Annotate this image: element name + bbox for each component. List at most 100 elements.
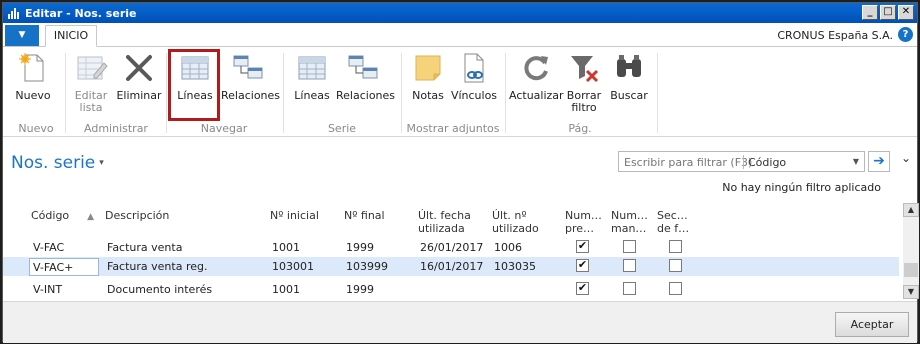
page-title[interactable]: Nos. serie ▾ (11, 153, 104, 173)
column-header-ult-fecha[interactable]: Últ. fecha utilizada (418, 209, 471, 235)
app-chart-icon (8, 7, 20, 19)
sort-ascending-icon[interactable]: ▲ (87, 212, 94, 222)
relaciones-serie-button[interactable]: Relaciones (336, 51, 395, 102)
nuevo-button[interactable]: Nuevo (11, 51, 55, 102)
nuevo-label: Nuevo (15, 89, 51, 102)
column-header-codigo[interactable]: Código ▲ (31, 209, 94, 224)
cell-n-final: 1999 (346, 241, 374, 254)
series-table: Código ▲ Descripción Nº inicial Nº final … (3, 201, 899, 301)
checkbox-num-pre[interactable]: ✔ (576, 240, 589, 253)
checkbox-sec[interactable] (669, 259, 682, 272)
group-label-navegar: Navegar (200, 122, 248, 135)
editar-lista-button[interactable]: Editar lista (69, 51, 113, 114)
relaciones-navegar-button[interactable]: Relaciones (221, 51, 280, 102)
editar-lista-label-2: lista (79, 101, 103, 114)
column-header-n-final[interactable]: Nº final (344, 209, 385, 222)
checkbox-num-man[interactable] (623, 240, 636, 253)
column-header-num-man[interactable]: Num… man… (611, 209, 648, 235)
cell-codigo: V-INT (33, 283, 63, 296)
accept-button[interactable]: Aceptar (835, 312, 909, 337)
application-menu-button[interactable]: ▼ (5, 25, 39, 46)
checkbox-num-pre[interactable]: ✔ (576, 282, 589, 295)
filter-input[interactable]: Escribir para filtrar (F3) (624, 156, 752, 169)
checkbox-sec[interactable] (669, 282, 682, 295)
editor-window: Editar - Nos. serie _ □ ✕ ▼ INICIO CRONU… (2, 2, 919, 343)
lineas-serie-label: Líneas (294, 89, 330, 102)
borrar-filtro-button[interactable]: Borrar filtro (564, 51, 604, 114)
eliminar-label: Eliminar (116, 89, 162, 102)
lineas-serie-button[interactable]: Líneas (290, 51, 334, 102)
help-icon[interactable]: ? (898, 27, 913, 42)
buscar-label: Buscar (610, 89, 648, 102)
close-button[interactable]: ✕ (898, 5, 914, 20)
cell-descripcion: Documento interés (107, 283, 213, 296)
column-header-ult-n[interactable]: Últ. nº utilizado (492, 209, 539, 235)
cell-n-inicial: 1001 (272, 241, 300, 254)
maximize-button[interactable]: □ (880, 5, 896, 20)
notas-button[interactable]: Notas (407, 51, 449, 102)
checkbox-num-man[interactable] (623, 282, 636, 295)
group-label-mostrar-adjuntos: Mostrar adjuntos (406, 122, 500, 135)
cell-ult-n: 103035 (494, 260, 536, 273)
scroll-thumb[interactable] (904, 263, 918, 277)
cell-n-inicial: 1001 (272, 283, 300, 296)
cell-ult-fecha: 26/01/2017 (420, 241, 484, 254)
cell-n-final: 1999 (346, 283, 374, 296)
checkbox-num-man[interactable] (623, 259, 636, 272)
page-title-text: Nos. serie (11, 153, 96, 173)
grid-lines-icon (295, 51, 329, 85)
collapse-chevron-icon[interactable]: ⌄ (901, 151, 911, 165)
edit-list-icon (74, 51, 108, 85)
apply-filter-arrow-icon[interactable]: ➔ (868, 151, 890, 172)
dialog-footer: Aceptar (3, 301, 917, 343)
actualizar-button[interactable]: Actualizar (509, 51, 564, 102)
vinculos-button[interactable]: Vínculos (450, 51, 498, 102)
cell-ult-n: 1006 (494, 241, 522, 254)
table-row[interactable]: V-FAC Factura venta 1001 1999 26/01/2017… (3, 238, 899, 257)
note-icon (411, 51, 445, 85)
relaciones-serie-label: Relaciones (336, 89, 396, 102)
table-row[interactable]: V-INT Documento interés 1001 1999 ✔ (3, 280, 899, 299)
ribbon-tab-row: ▼ INICIO CRONUS España S.A. ? (3, 23, 917, 47)
chevron-down-icon[interactable]: ▼ (853, 157, 859, 166)
column-header-n-inicial[interactable]: Nº inicial (270, 209, 319, 222)
actualizar-label: Actualizar (509, 89, 564, 102)
column-header-descripcion[interactable]: Descripción (105, 209, 169, 222)
group-label-administrar: Administrar (84, 122, 148, 135)
group-label-nuevo: Nuevo (18, 122, 54, 135)
filter-status: No hay ningún filtro aplicado (722, 181, 881, 194)
column-header-sec-de-f[interactable]: Sec… de f… (657, 209, 689, 235)
column-header-num-pre[interactable]: Num… pre… (565, 209, 602, 235)
table-row-selected[interactable]: V-FAC+ Factura venta reg. 103001 103999 … (3, 257, 899, 276)
cell-codigo-edit-field[interactable]: V-FAC+ (29, 258, 99, 276)
filter-field-select[interactable]: Código (748, 156, 786, 169)
delete-x-icon (122, 51, 156, 85)
cell-descripcion: Factura venta reg. (107, 260, 208, 273)
chevron-down-icon[interactable]: ▾ (99, 158, 104, 168)
scroll-up-arrow-icon[interactable]: ▲ (903, 203, 919, 217)
binoculars-icon (612, 51, 646, 85)
vinculos-label: Vínculos (450, 89, 498, 102)
checkbox-sec[interactable] (669, 240, 682, 253)
company-name: CRONUS España S.A. (777, 29, 893, 42)
group-label-pag: Pág. (568, 122, 592, 135)
minimize-button[interactable]: _ (862, 5, 878, 20)
relations-icon (346, 51, 380, 85)
title-bar: Editar - Nos. serie _ □ ✕ (3, 3, 917, 23)
eliminar-button[interactable]: Eliminar (116, 51, 162, 102)
borrar-filtro-label-2: filtro (571, 101, 597, 114)
checkbox-num-pre[interactable]: ✔ (576, 259, 589, 272)
cell-n-inicial: 103001 (272, 260, 314, 273)
cell-ult-fecha: 16/01/2017 (420, 260, 484, 273)
highlight-box (168, 49, 220, 121)
link-document-icon (457, 51, 491, 85)
buscar-button[interactable]: Buscar (608, 51, 650, 102)
cell-codigo: V-FAC (33, 241, 65, 254)
vertical-scrollbar[interactable]: ▲ ▼ (903, 203, 919, 299)
notas-label: Notas (412, 89, 444, 102)
clear-filter-icon (567, 51, 601, 85)
tab-inicio[interactable]: INICIO (45, 25, 97, 47)
relations-icon (231, 51, 265, 85)
filter-box[interactable]: Escribir para filtrar (F3) Código ▼ (618, 151, 865, 172)
scroll-down-arrow-icon[interactable]: ▼ (903, 285, 919, 299)
